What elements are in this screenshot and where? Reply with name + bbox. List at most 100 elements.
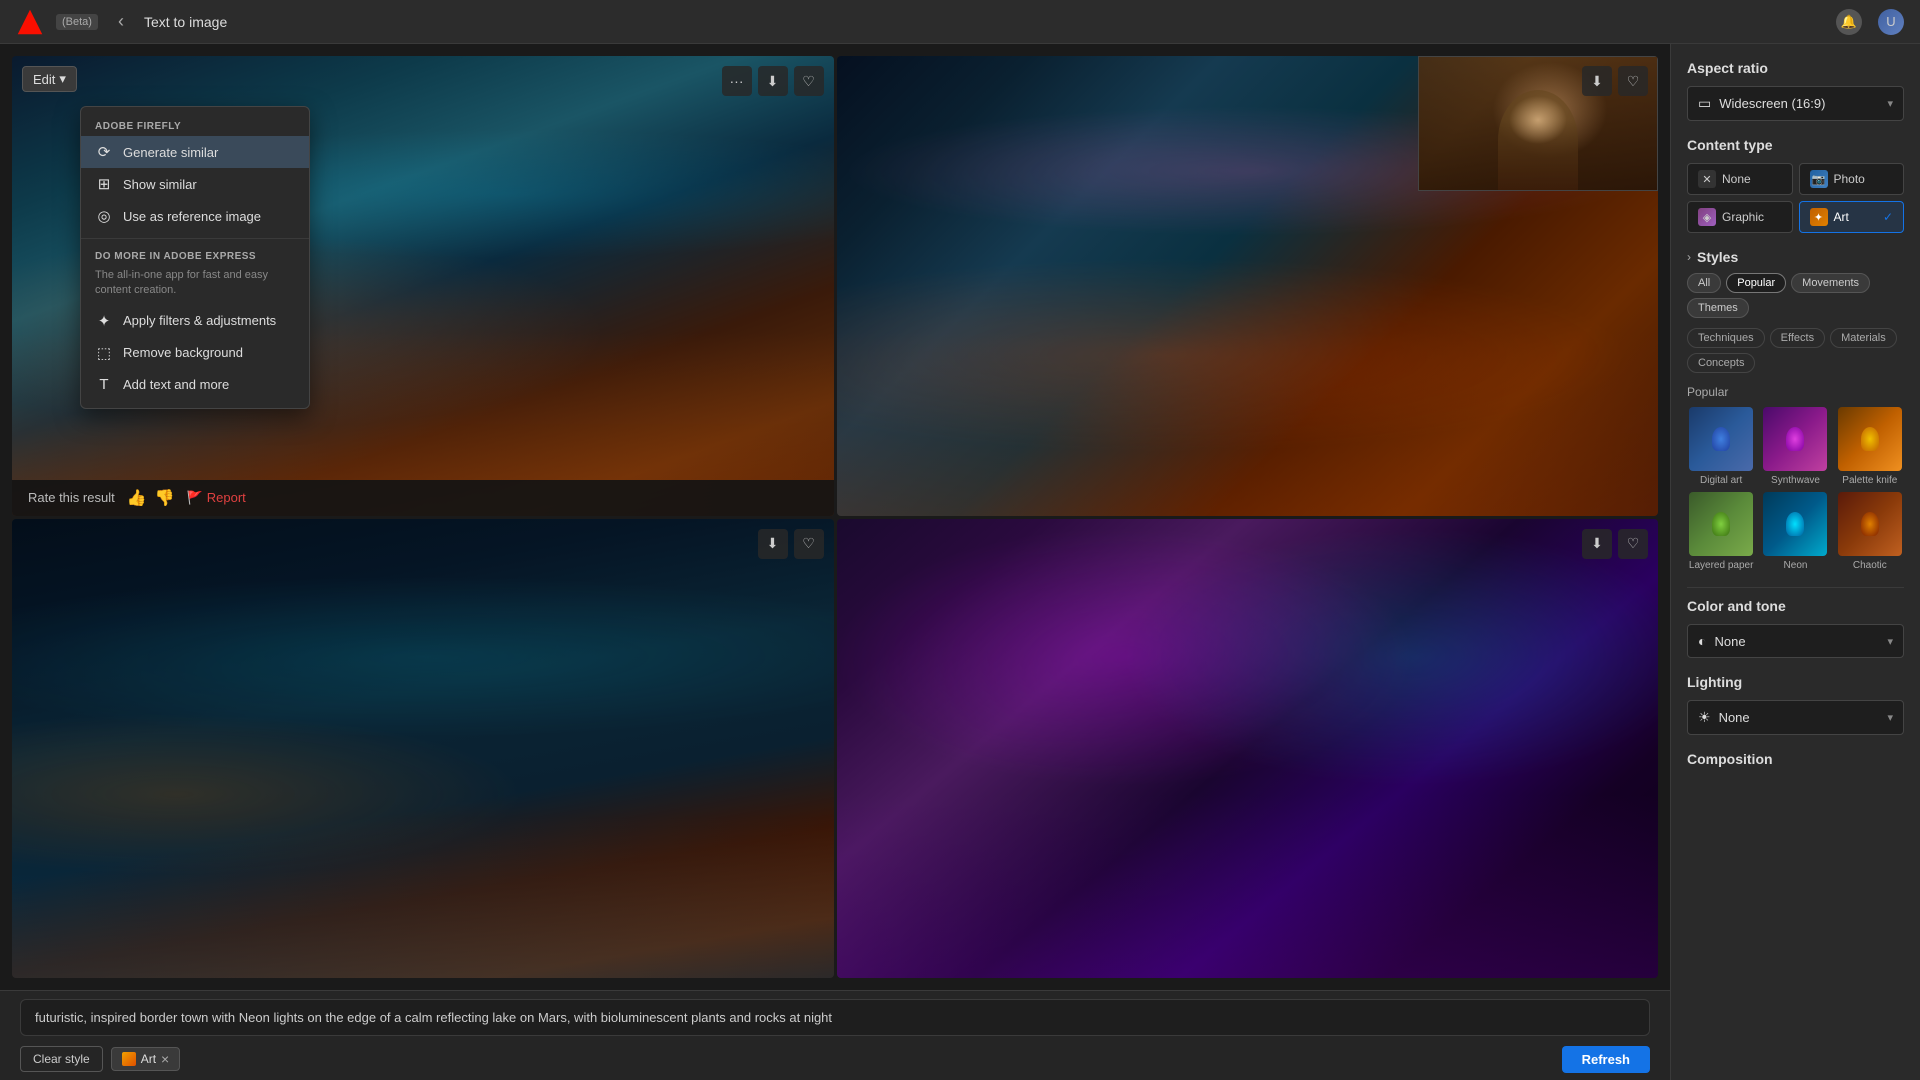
color-tone-icon: ◐: [1698, 633, 1706, 649]
context-express-description: The all-in-one app for fast and easy con…: [81, 266, 309, 305]
content-type-photo[interactable]: 📷 Photo: [1799, 163, 1905, 195]
styles-chevron-icon: ›: [1687, 250, 1691, 264]
clear-style-button[interactable]: Clear style: [20, 1046, 103, 1072]
context-divider: [81, 238, 309, 239]
style-item-layered-paper[interactable]: Layered paper: [1687, 492, 1755, 571]
favorite-button-tr[interactable]: ♡: [1618, 66, 1648, 96]
styles-tabs: All Popular Movements Themes: [1687, 273, 1904, 318]
context-adobe-firefly-label: ADOBE FIREFLY: [81, 115, 309, 136]
aspect-ratio-dropdown[interactable]: ▭ Widescreen (16:9) ▾: [1687, 86, 1904, 121]
style-grid-row1: Digital art Synthwave: [1687, 407, 1904, 486]
lighting-title: Lighting: [1687, 674, 1904, 690]
context-show-similar[interactable]: ⊞ Show similar: [81, 168, 309, 200]
style-grid-row2: Layered paper Neon: [1687, 492, 1904, 571]
notifications-icon[interactable]: 🔔: [1836, 9, 1862, 35]
remove-art-tag-button[interactable]: ×: [161, 1052, 169, 1066]
style-item-synthwave[interactable]: Synthwave: [1761, 407, 1829, 486]
download-button-bl[interactable]: ⬇: [758, 529, 788, 559]
chaotic-label: Chaotic: [1853, 560, 1887, 571]
content-type-graphic[interactable]: ◈ Graphic: [1687, 201, 1793, 233]
art-tag-icon: [122, 1052, 136, 1066]
image-cell-top-left[interactable]: Edit ▾ ··· ⬇ ♡ Rate this result 👍 👎: [12, 56, 834, 516]
graphic-icon: ◈: [1698, 208, 1716, 226]
image-actions-bottom-right: ⬇ ♡: [1582, 529, 1648, 559]
style-subtab-concepts[interactable]: Concepts: [1687, 353, 1755, 373]
style-subtab-materials[interactable]: Materials: [1830, 328, 1897, 348]
style-item-digital-art[interactable]: Digital art: [1687, 407, 1755, 486]
filters-icon: ✦: [95, 312, 113, 330]
image-cell-top-right[interactable]: ⬇ ♡: [837, 56, 1659, 516]
digital-art-thumb: [1689, 407, 1753, 471]
download-button[interactable]: ⬇: [758, 66, 788, 96]
generate-similar-icon: ⟳: [95, 143, 113, 161]
style-item-palette-knife[interactable]: Palette knife: [1836, 407, 1904, 486]
rate-label: Rate this result: [28, 490, 115, 505]
digital-art-label: Digital art: [1700, 475, 1742, 486]
context-use-reference[interactable]: ◎ Use as reference image: [81, 200, 309, 232]
content-type-art[interactable]: ✦ Art ✓: [1799, 201, 1905, 233]
art-tag-chip: Art ×: [111, 1047, 181, 1071]
rate-bar: Rate this result 👍 👎 🚩 Report: [12, 480, 834, 516]
style-tab-all[interactable]: All: [1687, 273, 1721, 293]
context-express-label: DO MORE IN ADOBE EXPRESS: [81, 245, 309, 266]
image-actions-top-left: ··· ⬇ ♡: [722, 66, 824, 96]
topbar: (Beta) ‹ Text to image 🔔 U: [0, 0, 1920, 44]
topbar-icons: 🔔 U: [1836, 9, 1904, 35]
back-button[interactable]: ‹: [110, 7, 132, 36]
thumbs-down-button[interactable]: 👎: [155, 488, 175, 508]
style-item-neon[interactable]: Neon: [1761, 492, 1829, 571]
page-title: Text to image: [144, 14, 1824, 30]
context-generate-similar[interactable]: ⟳ Generate similar: [81, 136, 309, 168]
synthwave-label: Synthwave: [1771, 475, 1820, 486]
style-subtab-effects[interactable]: Effects: [1770, 328, 1825, 348]
style-item-chaotic[interactable]: Chaotic: [1836, 492, 1904, 571]
style-tab-popular[interactable]: Popular: [1726, 273, 1786, 293]
popular-label: Popular: [1687, 385, 1904, 399]
color-tone-dropdown[interactable]: ◐ None ▾: [1687, 624, 1904, 658]
favorite-button-bl[interactable]: ♡: [794, 529, 824, 559]
content-type-grid: ✕ None 📷 Photo ◈ Graphic ✦ Art ✓: [1687, 163, 1904, 233]
style-subtabs: Techniques Effects Materials Concepts: [1687, 328, 1904, 373]
context-remove-background[interactable]: ⬚ Remove background: [81, 337, 309, 369]
image-cell-bottom-right[interactable]: ⬇ ♡: [837, 519, 1659, 979]
context-add-text[interactable]: T Add text and more: [81, 369, 309, 400]
user-avatar[interactable]: U: [1878, 9, 1904, 35]
layered-paper-thumb: [1689, 492, 1753, 556]
edit-button[interactable]: Edit ▾: [22, 66, 77, 92]
favorite-button-br[interactable]: ♡: [1618, 529, 1648, 559]
synthwave-thumb: [1763, 407, 1827, 471]
neon-thumb: [1763, 492, 1827, 556]
thumbs-up-button[interactable]: 👍: [127, 488, 147, 508]
prompt-bar: Clear style Art × Refresh: [0, 990, 1670, 1080]
image-cell-bottom-left[interactable]: ⬇ ♡: [12, 519, 834, 979]
aspect-ratio-chevron: ▾: [1887, 97, 1893, 110]
none-icon: ✕: [1698, 170, 1716, 188]
lighting-icon: ☀: [1698, 709, 1711, 726]
palette-knife-label: Palette knife: [1842, 475, 1897, 486]
beta-label: (Beta): [56, 14, 98, 30]
lighting-dropdown[interactable]: ☀ None ▾: [1687, 700, 1904, 735]
more-options-button[interactable]: ···: [722, 66, 752, 96]
aspect-ratio-icon: ▭: [1698, 95, 1711, 112]
style-tab-movements[interactable]: Movements: [1791, 273, 1870, 293]
prompt-input[interactable]: [20, 999, 1650, 1036]
reference-icon: ◎: [95, 207, 113, 225]
style-subtab-techniques[interactable]: Techniques: [1687, 328, 1765, 348]
context-apply-filters[interactable]: ✦ Apply filters & adjustments: [81, 305, 309, 337]
download-button-br[interactable]: ⬇: [1582, 529, 1612, 559]
refresh-button[interactable]: Refresh: [1562, 1046, 1650, 1073]
content-type-none[interactable]: ✕ None: [1687, 163, 1793, 195]
download-button-tr[interactable]: ⬇: [1582, 66, 1612, 96]
report-button[interactable]: 🚩 Report: [187, 490, 246, 506]
styles-title: Styles: [1697, 249, 1738, 265]
color-tone-value: None: [1714, 634, 1879, 649]
lighting-chevron: ▾: [1887, 711, 1893, 724]
styles-header: › Styles: [1687, 249, 1904, 265]
neon-label: Neon: [1784, 560, 1808, 571]
prompt-actions: Clear style Art × Refresh: [20, 1046, 1650, 1073]
style-tab-themes[interactable]: Themes: [1687, 298, 1749, 318]
chaotic-thumb: [1838, 492, 1902, 556]
favorite-button[interactable]: ♡: [794, 66, 824, 96]
image-actions-top-right: ⬇ ♡: [1582, 66, 1648, 96]
lighting-value: None: [1719, 710, 1880, 725]
